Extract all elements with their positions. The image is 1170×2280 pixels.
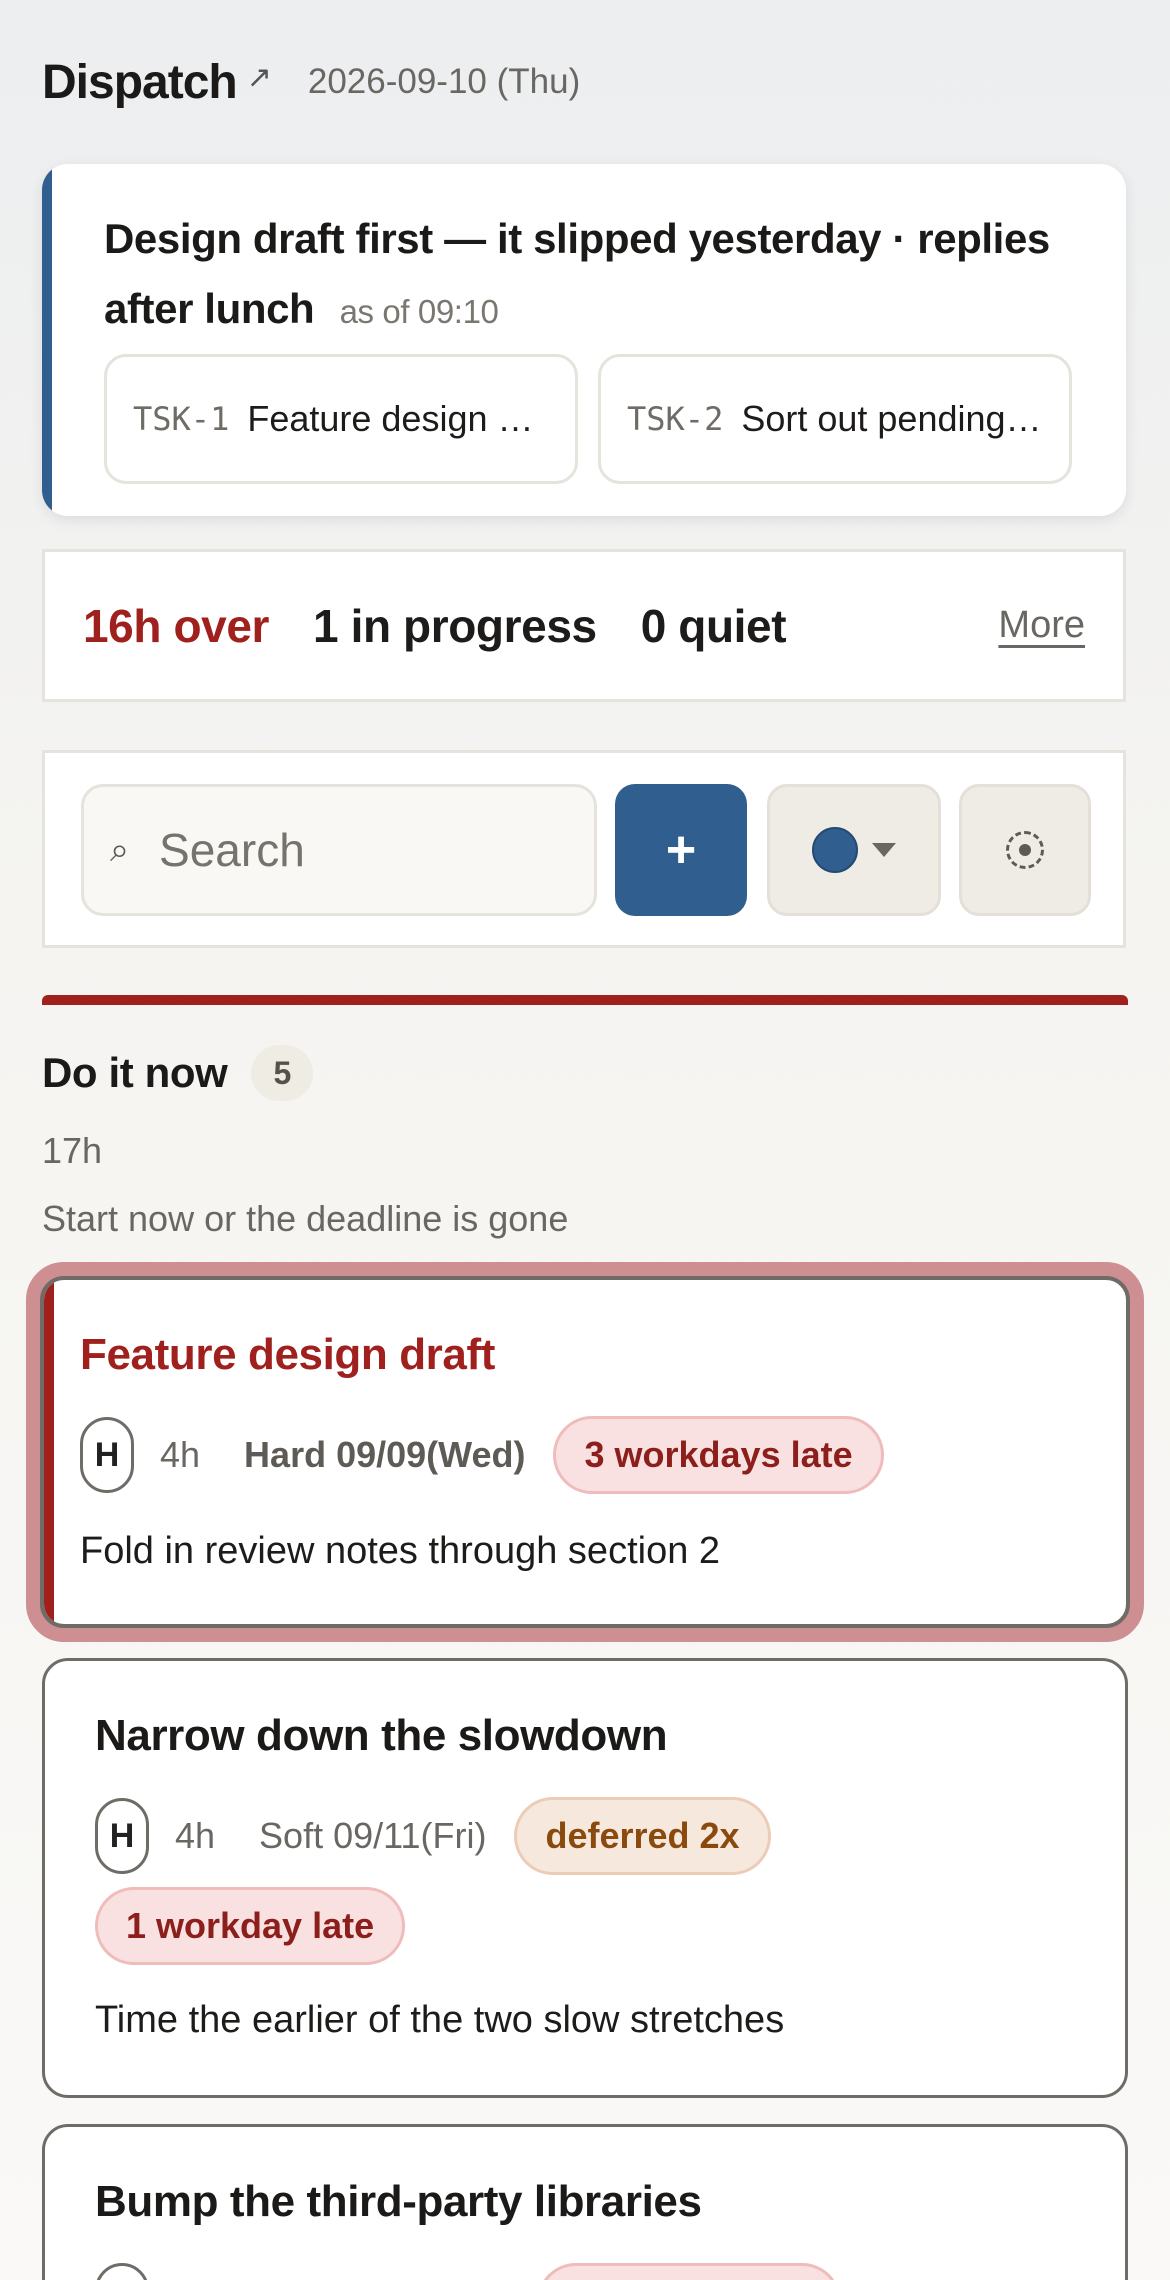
task-title: Feature design draft [80,1330,495,1379]
section-header: Do it now 5 [42,1045,314,1101]
focus-task-chips: TSK-1 Feature design draft TSK-2 Sort ou… [104,354,1072,484]
task-chip[interactable]: TSK-1 Feature design draft [104,354,578,484]
section-hours: 17h [42,1130,103,1171]
task-chip-id: TSK-2 [627,400,724,438]
focus-as-of: as of 09:10 [339,293,499,330]
task-chip[interactable]: TSK-2 Sort out pending replies [598,354,1072,484]
app-title: Dispatch [42,55,238,109]
search-box[interactable]: ⌕ [81,784,597,916]
section-accent-bar [42,995,1128,1005]
focus-target-icon [1006,831,1044,869]
task-note: Time the earlier of the two slow stretch… [95,1999,785,2041]
task-meta: H 4h Hard 09/09(Wed) 3 workdays late [80,1416,884,1494]
section-subtitle: Start now or the deadline is gone [42,1198,569,1239]
chevron-down-icon [872,843,896,857]
search-icon: ⌕ [110,830,130,869]
task-chip-title: Sort out pending replies [741,398,1043,439]
task-estimate: 4h [175,1815,216,1856]
task-deadline: Soft 09/11(Fri) [259,1815,487,1856]
task-note: Fold in review notes through section 2 [80,1530,721,1572]
current-date: 2026-09-10 (Thu) [307,62,581,101]
section-title: Do it now [42,1049,228,1096]
task-card[interactable]: Narrow down the slowdown H 4h Soft 09/11… [42,1658,1128,2098]
deferred-badge: deferred 2x [514,1797,771,1875]
stat-in-progress: 1 in progress [313,599,597,652]
stat-over: 16h over [83,599,270,652]
task-card-active[interactable]: Feature design draft H 4h Hard 09/09(Wed… [26,1262,1144,1642]
focus-message: Design draft first — it slipped yesterda… [104,204,1084,347]
late-badge [537,2263,841,2280]
task-chip-id: TSK-1 [133,400,230,438]
color-swatch [812,827,858,873]
task-title: Bump the third-party libraries [95,2177,702,2226]
task-badges-row: 1 workday late [95,1887,406,1965]
task-card[interactable]: Bump the third-party libraries [42,2124,1128,2280]
task-card-body: Feature design draft H 4h Hard 09/09(Wed… [40,1276,1130,1628]
section-count-badge: 5 [251,1045,314,1101]
search-input[interactable] [159,823,540,877]
color-filter-dropdown[interactable] [767,784,941,916]
focus-mode-button[interactable] [959,784,1091,916]
stat-quiet: 0 quiet [640,599,787,652]
page-header: Dispatch ↗ 2026-09-10 (Thu) [42,52,580,112]
focus-message-card: Design draft first — it slipped yesterda… [42,164,1126,516]
dispatch-page: Dispatch ↗ 2026-09-10 (Thu) Design draft… [0,0,1170,2280]
priority-badge [95,2263,149,2280]
arrow-up-right-icon[interactable]: ↗ [247,60,272,95]
task-deadline: Hard 09/09(Wed) [244,1434,526,1475]
late-badge: 3 workdays late [553,1416,884,1494]
priority-badge: H [80,1417,134,1493]
add-task-button[interactable]: + [615,784,747,916]
task-chip-title: Feature design draft [247,398,549,439]
task-title: Narrow down the slowdown [95,1711,668,1760]
focus-accent-bar [42,164,52,516]
task-estimate: 4h [160,1434,201,1475]
priority-badge: H [95,1798,149,1874]
urgent-rail [44,1280,54,1624]
more-link[interactable]: More [998,604,1085,647]
stats-bar: 16h over 1 in progress 0 quiet More [42,549,1126,702]
late-badge: 1 workday late [95,1887,406,1965]
focus-message-text: Design draft first — it slipped yesterda… [104,215,1050,332]
toolbar: ⌕ + [42,750,1126,948]
task-meta: H 4h Soft 09/11(Fri) deferred 2x [95,1797,771,1875]
